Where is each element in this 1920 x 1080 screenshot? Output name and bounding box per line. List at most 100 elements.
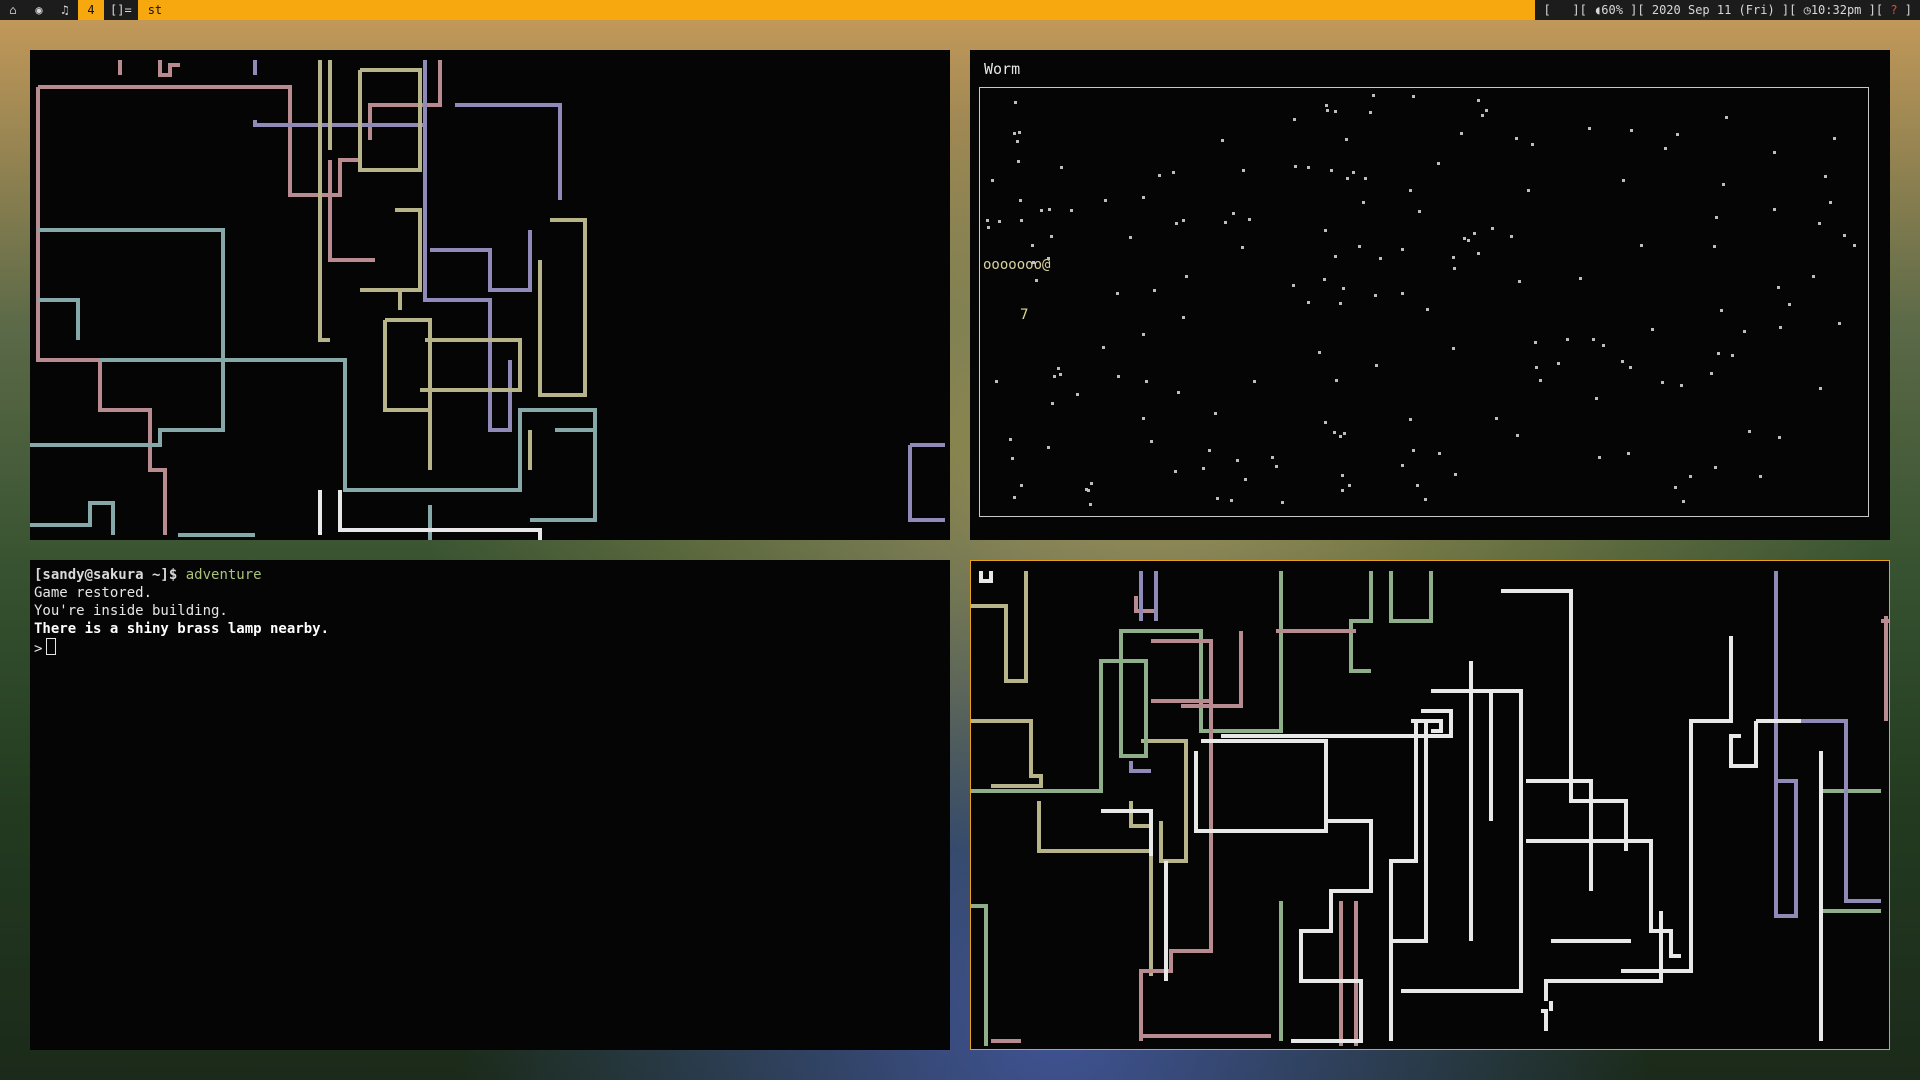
worm-dot (1720, 309, 1723, 312)
worm-dot (1725, 116, 1728, 119)
volume-icon: ◖ (1594, 3, 1602, 17)
worm-dot (1463, 237, 1466, 240)
worm-dot (1812, 275, 1815, 278)
pipes-window-left[interactable] (30, 50, 950, 540)
worm-dot (1477, 252, 1480, 255)
input-line[interactable]: > (34, 638, 946, 658)
worm-dot (1242, 169, 1245, 172)
worm-dot (1853, 244, 1856, 247)
help-button[interactable]: ? (1890, 0, 1897, 20)
worm-dot (1102, 346, 1105, 349)
worm-dot (995, 380, 998, 383)
pipes-screensaver (30, 60, 945, 540)
worm-dot (1539, 379, 1542, 382)
worm-dot (1339, 302, 1342, 305)
worm-dot (1460, 132, 1463, 135)
window-title: st (147, 3, 163, 17)
music-icon[interactable]: ♫ (52, 0, 78, 20)
worm-dot (1773, 151, 1776, 154)
worm-dot (1318, 351, 1321, 354)
worm-dot (1412, 95, 1415, 98)
worm-dot (1418, 210, 1421, 213)
worm-dot (1598, 456, 1601, 459)
worm-food: 7 (1020, 307, 1029, 323)
worm-dot (1777, 286, 1780, 289)
worm-dot (1689, 475, 1692, 478)
worm-dot (1535, 366, 1538, 369)
worm-dot (1588, 127, 1591, 130)
worm-dot (1177, 391, 1180, 394)
pipes-window-right[interactable] (970, 560, 1890, 1050)
worm-window[interactable]: Worm ooooooo@ 7 (970, 50, 1890, 540)
worm-dot (1364, 177, 1367, 180)
worm-dot (1602, 344, 1605, 347)
worm-dot (1375, 364, 1378, 367)
worm-dot (1664, 147, 1667, 150)
worm-dot (1325, 104, 1328, 107)
worm-dot (1244, 478, 1247, 481)
worm-dot (1743, 330, 1746, 333)
worm-dot (1009, 438, 1012, 441)
worm-dot (1713, 245, 1716, 248)
worm-dot (1323, 278, 1326, 281)
worm-dot (1714, 466, 1717, 469)
worm-dot (1779, 326, 1782, 329)
worm-dot (1019, 199, 1022, 202)
worm-dot (1788, 303, 1791, 306)
worm-dot (1579, 277, 1582, 280)
worm-dot (1409, 418, 1412, 421)
worm-dot (1467, 239, 1470, 242)
status-bracket: [ ][ (1543, 3, 1595, 17)
worm-dot (1518, 280, 1521, 283)
worm-dot (1053, 375, 1056, 378)
worm-dot (1281, 501, 1284, 504)
worm-dot (1040, 209, 1043, 212)
worm-snake: ooooooo@ (983, 257, 1051, 273)
layout-indicator[interactable]: []= (104, 0, 138, 20)
worm-dot (986, 219, 989, 222)
worm-dot (1339, 435, 1342, 438)
worm-dot (1089, 503, 1092, 506)
terminal-window[interactable]: [sandy@sakura ~]$ adventure Game restore… (30, 560, 950, 1050)
worm-dot (1622, 179, 1625, 182)
worm-dot (1346, 177, 1349, 180)
worm-dot (1838, 322, 1841, 325)
worm-dot (1221, 139, 1224, 142)
tag-4[interactable]: 4 (78, 0, 104, 20)
worm-dot (1731, 354, 1734, 357)
worm-dot (1202, 467, 1205, 470)
worm-dot (1527, 189, 1530, 192)
worm-dot (1773, 208, 1776, 211)
worm-dot (1011, 457, 1014, 460)
worm-dot (1182, 316, 1185, 319)
worm-dot (1358, 245, 1361, 248)
worm-dot (1214, 412, 1217, 415)
terminal-output: [sandy@sakura ~]$ adventure Game restore… (30, 560, 950, 664)
worm-dot (1352, 171, 1355, 174)
worm-dot (1621, 360, 1624, 363)
worm-dot (1013, 496, 1016, 499)
worm-dot (1047, 446, 1050, 449)
worm-title: Worm (984, 60, 1021, 78)
worm-dot (991, 179, 994, 182)
worm-dot (1531, 143, 1534, 146)
firefox-icon[interactable]: ◉ (26, 0, 52, 20)
home-icon[interactable]: ⌂ (0, 0, 26, 20)
worm-dot (1715, 216, 1718, 219)
worm-dot (1275, 465, 1278, 468)
worm-dot (1348, 484, 1351, 487)
worm-dot (1343, 432, 1346, 435)
worm-dot (1153, 289, 1156, 292)
worm-dot (1374, 294, 1377, 297)
worm-dot (1818, 222, 1821, 225)
worm-dot (1409, 189, 1412, 192)
worm-dot (1759, 475, 1762, 478)
worm-dot (1674, 486, 1677, 489)
worm-dot (1294, 165, 1297, 168)
worm-dot (1142, 333, 1145, 336)
status-bar: ⌂ ◉ ♫ 4 []= st [ ][ ◖ 60% ][ 2020 Sep 11 … (0, 0, 1920, 20)
worm-dot (1031, 244, 1034, 247)
worm-dot (1515, 137, 1518, 140)
worm-dot (1224, 221, 1227, 224)
worm-dot (1824, 175, 1827, 178)
